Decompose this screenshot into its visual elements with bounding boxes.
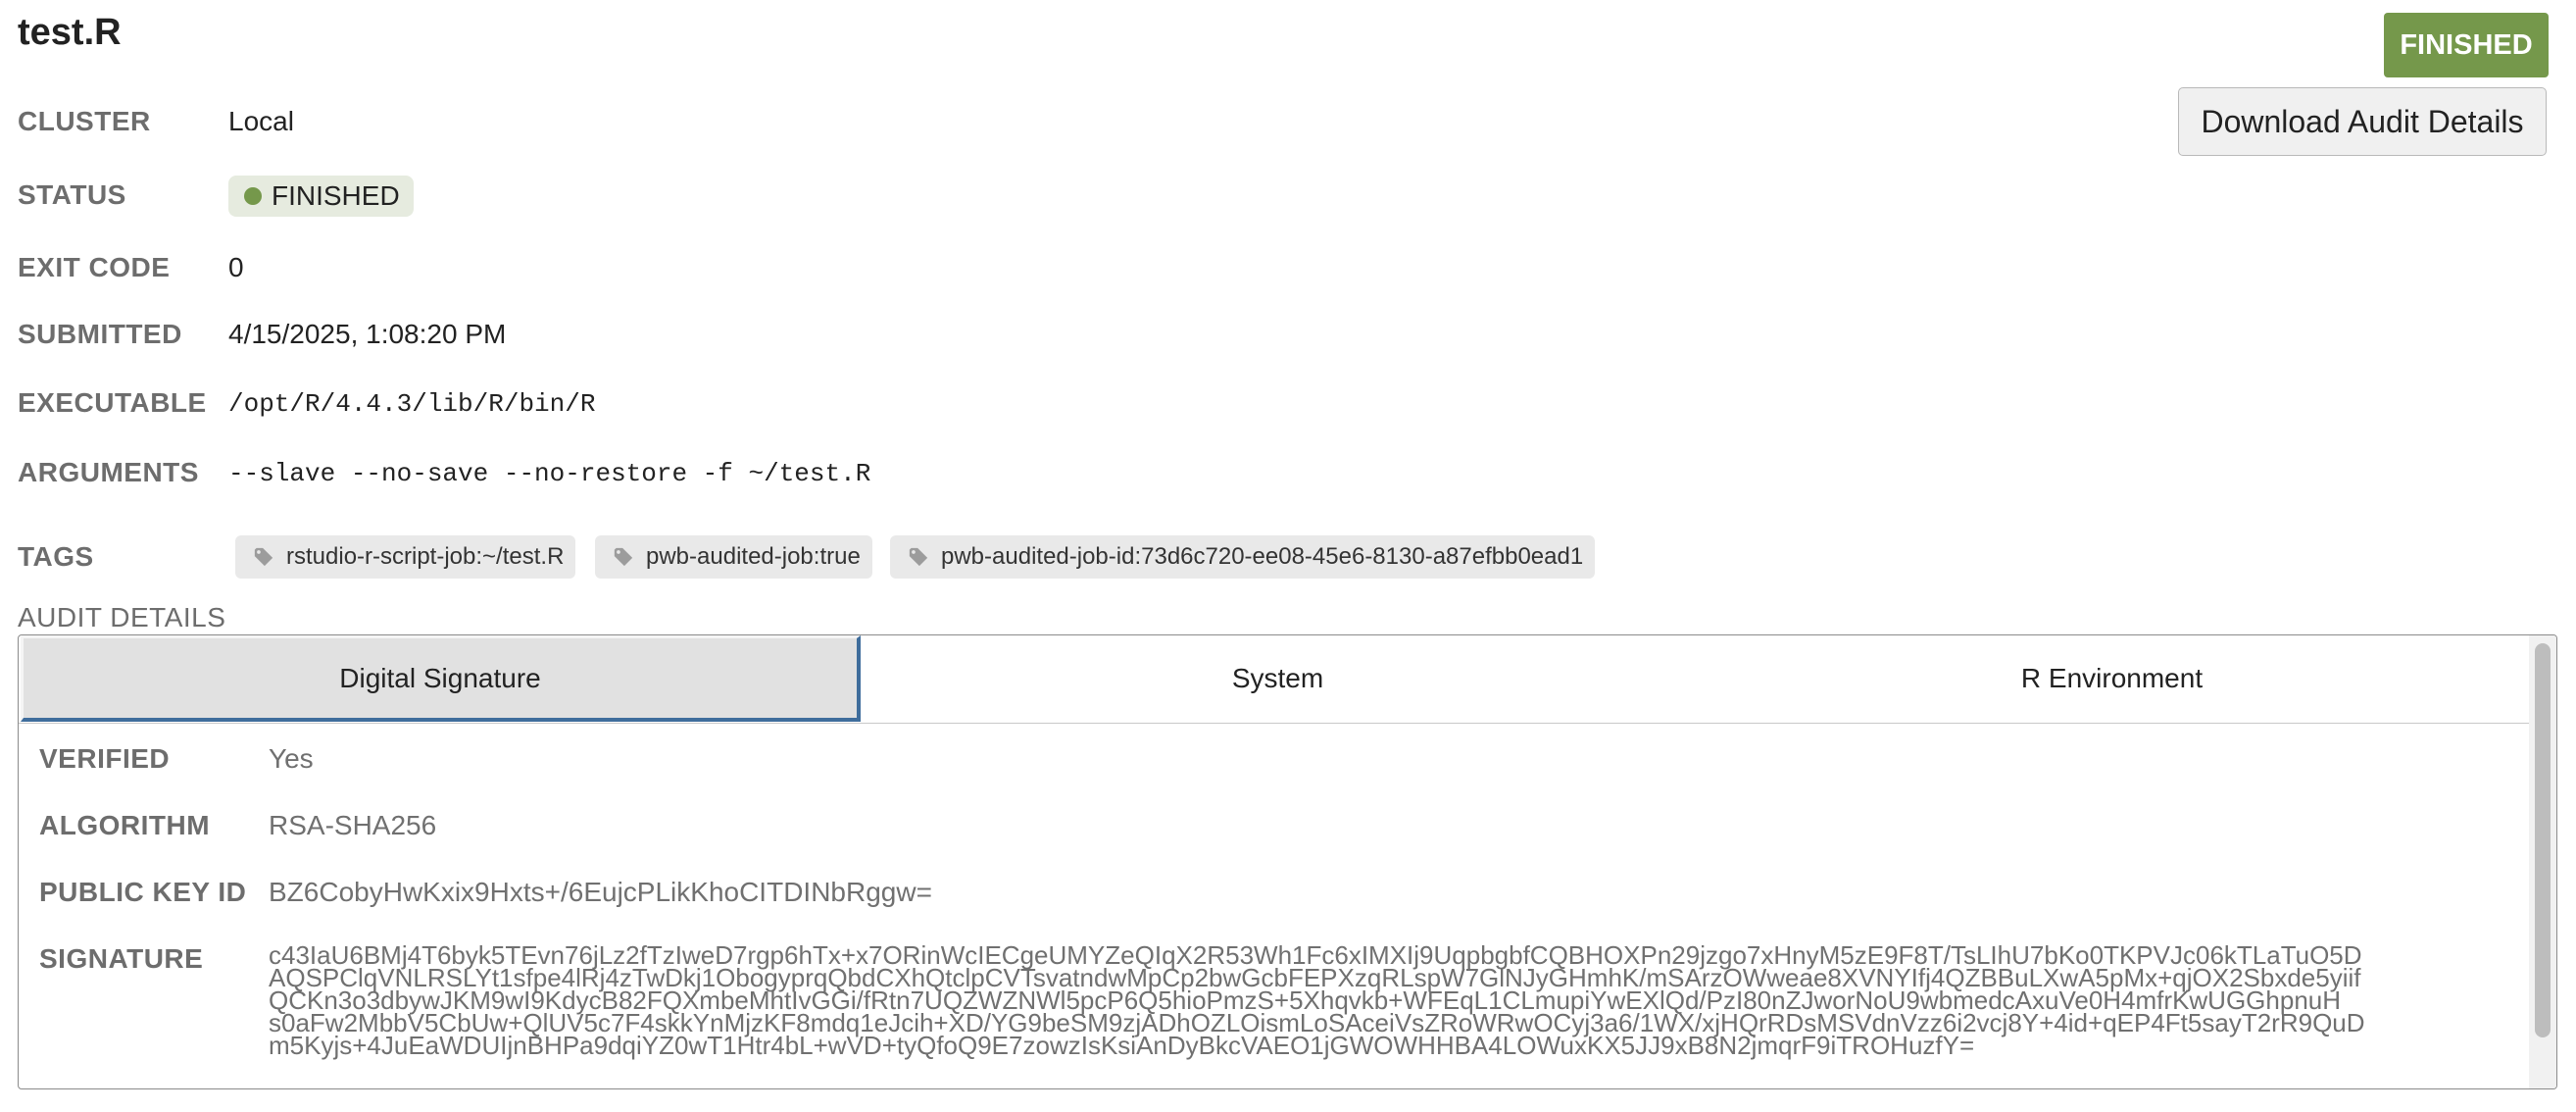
tab-r-environment[interactable]: R Environment (1695, 635, 2529, 722)
audit-tabbar: Digital Signature System R Environment (19, 635, 2530, 724)
verified-label: VERIFIED (39, 743, 171, 774)
tag-chip: rstudio-r-script-job:~/test.R (235, 535, 576, 579)
cluster-label: CLUSTER (18, 106, 151, 136)
tag-label: pwb-audited-job:true (646, 543, 861, 570)
tag-icon (254, 547, 273, 567)
status-dot-icon (244, 187, 262, 205)
job-title: test.R (18, 12, 122, 53)
cluster-value: Local (228, 106, 294, 136)
arguments-value: --slave --no-save --no-restore -f ~/test… (228, 459, 871, 488)
exit-code-value: 0 (228, 252, 244, 282)
status-pill: FINISHED (228, 176, 414, 217)
public-key-id-value: BZ6CobyHwKxix9Hxts+/6EujcPLikKhoCITDINbR… (269, 877, 932, 907)
status-finished-badge: FINISHED (2384, 13, 2549, 77)
public-key-id-label: PUBLIC KEY ID (39, 877, 247, 907)
audit-details-panel: Digital Signature System R Environment V… (18, 634, 2557, 1089)
tags-label: TAGS (18, 541, 94, 572)
scrollbar-thumb[interactable] (2535, 643, 2551, 1037)
exit-code-label: EXIT CODE (18, 252, 171, 282)
signature-value: c43IaU6BMj4T6byk5TEvn76jLz2fTzIweD7rgp6h… (269, 942, 2523, 1060)
status-label: STATUS (18, 179, 126, 210)
status-value: FINISHED (272, 180, 400, 211)
tab-system[interactable]: System (861, 635, 1695, 722)
arguments-label: ARGUMENTS (18, 457, 199, 487)
audit-details-heading: AUDIT DETAILS (18, 602, 226, 632)
submitted-label: SUBMITTED (18, 319, 182, 349)
algorithm-value: RSA-SHA256 (269, 810, 437, 840)
verified-value: Yes (269, 743, 314, 774)
panel-scrollbar[interactable] (2529, 635, 2556, 1088)
tag-chip: pwb-audited-job-id:73d6c720-ee08-45e6-81… (890, 535, 1596, 579)
download-audit-details-button[interactable]: Download Audit Details (2178, 87, 2547, 156)
tag-label: rstudio-r-script-job:~/test.R (286, 543, 565, 570)
tab-digital-signature[interactable]: Digital Signature (21, 635, 861, 722)
executable-value: /opt/R/4.4.3/lib/R/bin/R (228, 389, 596, 419)
signature-line: m5Kyjs+4JuEaWDUIjnBHPa9dqiYZ0wT1Htr4bL+w… (269, 1031, 1975, 1060)
submitted-value: 4/15/2025, 1:08:20 PM (228, 319, 507, 349)
tag-label: pwb-audited-job-id:73d6c720-ee08-45e6-81… (941, 543, 1584, 570)
tag-chip: pwb-audited-job:true (595, 535, 872, 579)
tag-icon (909, 547, 928, 567)
algorithm-label: ALGORITHM (39, 810, 211, 840)
signature-label: SIGNATURE (39, 943, 204, 974)
executable-label: EXECUTABLE (18, 387, 207, 418)
tag-icon (614, 547, 633, 567)
